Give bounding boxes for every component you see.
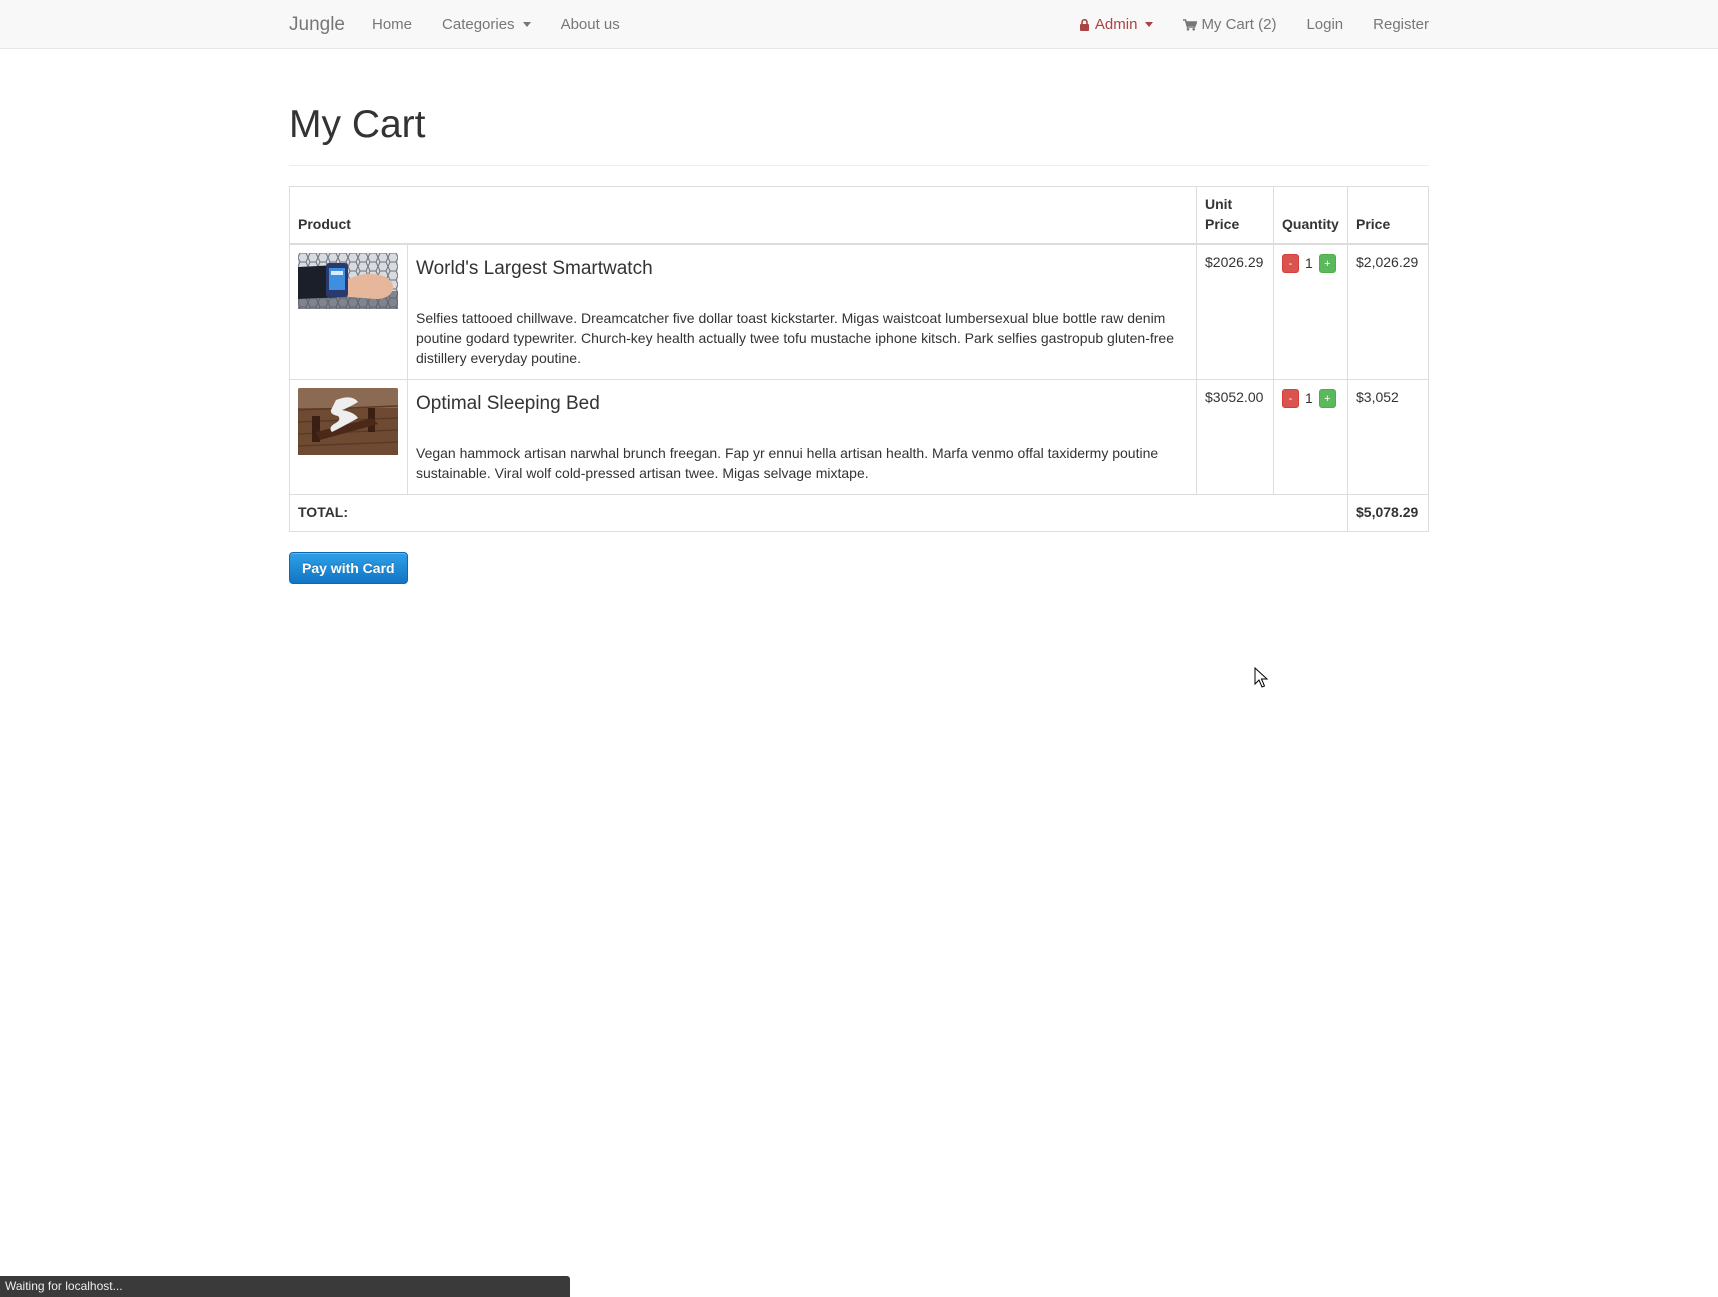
total-label: TOTAL: xyxy=(289,493,1348,532)
nav-home[interactable]: Home xyxy=(372,0,427,49)
header-unit-price: Unit Price xyxy=(1196,185,1274,245)
table-header-row: Product Unit Price Quantity Price xyxy=(289,185,1429,245)
navbar: Jungle Home Categories About us Admin My… xyxy=(0,0,1718,49)
increase-quantity-button[interactable]: + xyxy=(1318,389,1336,409)
quantity-stepper: - 1 + xyxy=(1282,389,1339,409)
product-image-cell xyxy=(289,378,408,495)
table-row: Optimal Sleeping Bed Vegan hammock artis… xyxy=(289,378,1429,495)
line-price-cell: $2,026.29 xyxy=(1347,243,1429,380)
quantity-cell: - 1 + xyxy=(1273,243,1348,380)
nav-login[interactable]: Login xyxy=(1291,0,1358,49)
nav-about[interactable]: About us xyxy=(546,0,635,49)
product-name[interactable]: Optimal Sleeping Bed xyxy=(416,393,1188,415)
page-title: My Cart xyxy=(289,103,426,146)
product-image-cell xyxy=(289,243,408,380)
nav-login-label: Login xyxy=(1306,16,1344,33)
smartwatch-photo-icon xyxy=(298,252,398,315)
brand-link[interactable]: Jungle xyxy=(289,0,345,49)
main-container: My Cart Product Unit Price Quantity Pric… xyxy=(289,49,1429,584)
quantity-value: 1 xyxy=(1305,254,1313,271)
navbar-inner: Jungle Home Categories About us Admin My… xyxy=(289,0,1429,49)
cart-icon xyxy=(1183,18,1198,31)
header-price: Price xyxy=(1347,185,1429,245)
quantity-cell: - 1 + xyxy=(1273,378,1348,495)
header-product: Product xyxy=(289,185,1197,245)
page-header: My Cart xyxy=(289,103,1429,166)
quantity-value: 1 xyxy=(1305,389,1313,406)
nav-register-label: Register xyxy=(1373,16,1429,33)
browser-status-bar: Waiting for localhost... xyxy=(0,1276,570,1297)
product-name[interactable]: World's Largest Smartwatch xyxy=(416,258,1188,280)
line-price-cell: $3,052 xyxy=(1347,378,1429,495)
nav-right: Admin My Cart (2) Login Register xyxy=(1065,0,1429,49)
nav-my-cart-label: My Cart (2) xyxy=(1201,16,1277,33)
unit-price-cell: $3052.00 xyxy=(1196,378,1274,495)
pay-with-card-button[interactable]: Pay with Card xyxy=(289,551,408,584)
decrease-quantity-button[interactable]: - xyxy=(1282,254,1299,274)
quantity-stepper: - 1 + xyxy=(1282,254,1339,274)
table-row: World's Largest Smartwatch Selfies tatto… xyxy=(289,243,1429,380)
product-description: Selfies tattooed chillwave. Dreamcatcher… xyxy=(416,309,1174,366)
decrease-quantity-button[interactable]: - xyxy=(1282,389,1299,409)
product-info-cell: World's Largest Smartwatch Selfies tatto… xyxy=(407,243,1197,380)
product-description: Vegan hammock artisan narwhal brunch fre… xyxy=(416,444,1159,481)
total-row: TOTAL: $5,078.29 xyxy=(289,493,1429,532)
nav-about-label: About us xyxy=(560,16,620,33)
header-quantity: Quantity xyxy=(1273,185,1348,245)
nav-register[interactable]: Register xyxy=(1358,0,1429,49)
cart-table: Product Unit Price Quantity Price World'… xyxy=(289,185,1429,532)
nav-admin-label: Admin xyxy=(1094,16,1138,33)
nav-admin-dropdown[interactable]: Admin xyxy=(1065,0,1169,49)
nav-home-label: Home xyxy=(372,16,413,33)
bed-photo-icon xyxy=(298,387,398,461)
lock-icon xyxy=(1079,18,1089,31)
unit-price-cell: $2026.29 xyxy=(1196,243,1274,380)
mouse-cursor-icon xyxy=(1254,666,1269,689)
increase-quantity-button[interactable]: + xyxy=(1318,254,1336,274)
nav-my-cart[interactable]: My Cart (2) xyxy=(1168,0,1291,49)
caret-down-icon xyxy=(1145,22,1154,27)
total-value: $5,078.29 xyxy=(1347,493,1429,532)
product-info-cell: Optimal Sleeping Bed Vegan hammock artis… xyxy=(407,378,1197,495)
nav-categories-label: Categories xyxy=(442,16,515,33)
nav-left: Home Categories About us xyxy=(372,0,635,49)
caret-down-icon xyxy=(522,22,531,27)
nav-categories-dropdown[interactable]: Categories xyxy=(427,0,546,49)
